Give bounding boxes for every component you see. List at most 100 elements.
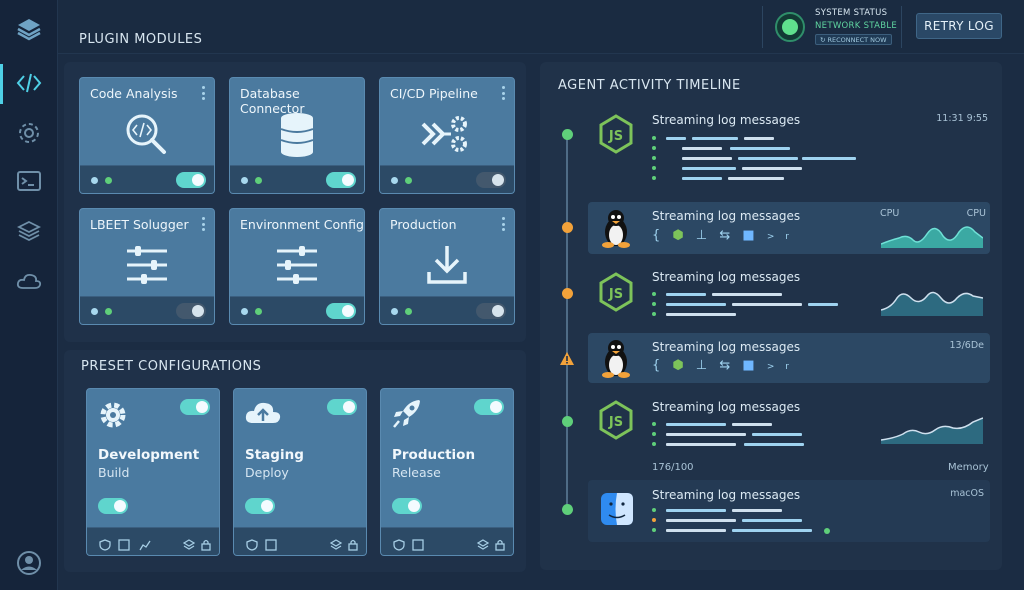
nodejs-icon: JS — [598, 114, 634, 158]
status-dot — [105, 308, 112, 315]
layers-small-icon[interactable] — [476, 536, 490, 550]
plugin-toggle[interactable] — [326, 172, 356, 188]
stack-icon[interactable] — [14, 216, 44, 246]
timestamp: 11:31 9:55 — [936, 113, 988, 124]
log-message: Streaming log messages — [652, 209, 801, 223]
plugin-toggle[interactable] — [476, 303, 506, 319]
pipeline-gears-icon — [380, 108, 514, 160]
preset-toggle[interactable] — [474, 399, 504, 415]
preset-toggle[interactable] — [327, 399, 357, 415]
code-preview — [652, 134, 862, 184]
code-preview — [652, 290, 842, 316]
status-dot — [405, 308, 412, 315]
status-dot — [105, 177, 112, 184]
kebab-menu-icon[interactable] — [501, 86, 505, 100]
status-dot — [91, 308, 98, 315]
shield-icon[interactable] — [393, 536, 405, 551]
plugin-card-environment-config[interactable]: Environment Config — [229, 208, 365, 325]
kebab-menu-icon[interactable] — [201, 217, 205, 231]
log-message: Streaming log messages — [652, 400, 801, 414]
preset-enable-toggle[interactable] — [98, 498, 128, 514]
kebab-menu-icon[interactable] — [501, 217, 505, 231]
timeline-entry[interactable]: JS Streaming log messages — [588, 392, 990, 450]
plugin-card-cicd-pipeline[interactable]: CI/CD Pipeline — [379, 77, 515, 194]
status-dot — [391, 308, 398, 315]
preset-footer — [381, 527, 513, 555]
cloud-icon[interactable] — [14, 266, 44, 296]
rocket-icon — [391, 397, 423, 435]
plugin-toggle[interactable] — [476, 172, 506, 188]
retry-log-button[interactable]: RETRY LOG — [916, 13, 1002, 39]
status-dot — [241, 308, 248, 315]
status-dot — [241, 177, 248, 184]
preset-enable-toggle[interactable] — [245, 498, 275, 514]
memory-label: Memory — [948, 462, 989, 473]
tool-icons-row: { ⬢ ⊥ ⇆ ■ > r — [652, 228, 793, 243]
log-message: Streaming log messages — [652, 488, 801, 502]
resource-sparkline — [880, 414, 984, 448]
plugin-title: Code Analysis — [90, 86, 178, 101]
code-search-icon — [80, 108, 214, 160]
timeline-entry[interactable]: Streaming log messages { ⬢ ⊥ ⇆ ■ > r CPU… — [588, 202, 990, 254]
nodejs-icon: JS — [598, 400, 634, 444]
plugin-card-database-connector[interactable]: Database Connector — [229, 77, 365, 194]
terminal-icon[interactable] — [14, 166, 44, 196]
layers-small-icon[interactable] — [329, 536, 343, 550]
plugin-title: Production — [390, 217, 457, 232]
user-avatar-icon[interactable] — [14, 548, 44, 578]
layers-logo-icon[interactable] — [14, 14, 44, 44]
plugin-toggle[interactable] — [176, 303, 206, 319]
timeline-entry[interactable]: Streaming log messages macOS — [588, 480, 990, 542]
kebab-menu-icon[interactable] — [201, 86, 205, 100]
card-footer — [80, 165, 214, 193]
reconnect-label: RECONNECT NOW — [827, 35, 887, 44]
timeline-node-pending — [562, 288, 573, 299]
plugin-card-lbeet-solugger[interactable]: LBEET Solugger — [79, 208, 215, 325]
preset-card-production[interactable]: Production Release — [380, 388, 514, 556]
plugin-card-production[interactable]: Production — [379, 208, 515, 325]
lock-icon[interactable] — [200, 536, 212, 551]
plugin-title: Environment Config — [240, 217, 364, 232]
card-footer — [80, 296, 214, 324]
refresh-icon: ↻ — [820, 35, 826, 44]
plugin-toggle[interactable] — [326, 303, 356, 319]
chart-icon[interactable] — [139, 536, 151, 551]
preset-name: Staging — [245, 447, 304, 463]
macos-finder-icon — [600, 492, 634, 530]
preset-enable-toggle[interactable] — [392, 498, 422, 514]
preset-sub: Deploy — [245, 465, 289, 480]
preset-sub: Build — [98, 465, 130, 480]
svg-text:JS: JS — [608, 287, 623, 302]
svg-text:JS: JS — [608, 129, 623, 144]
memory-value: 176/100 — [652, 462, 694, 473]
warning-icon — [560, 350, 574, 369]
timeline-entry[interactable]: JS Streaming log messages — [588, 262, 990, 326]
terminal-small-icon[interactable] — [118, 536, 130, 551]
card-footer — [380, 165, 514, 193]
timeline-entry[interactable]: JS Streaming log messages 11:31 9:55 — [588, 104, 990, 190]
preset-card-development[interactable]: Development Build — [86, 388, 220, 556]
preset-toggle[interactable] — [180, 399, 210, 415]
plugin-title: LBEET Solugger — [90, 217, 189, 232]
status-indicator-icon — [775, 12, 805, 42]
log-message: Streaming log messages — [652, 113, 801, 127]
shield-icon[interactable] — [246, 536, 258, 551]
timeline-entry[interactable]: Streaming log messages 13/6De { ⬢ ⊥ ⇆ ■ … — [588, 333, 990, 383]
lock-icon[interactable] — [347, 536, 359, 551]
resource-sparkline — [880, 284, 984, 320]
preset-card-staging[interactable]: Staging Deploy — [233, 388, 367, 556]
layers-small-icon[interactable] — [182, 536, 196, 550]
settings-gear-icon[interactable] — [14, 118, 44, 148]
card-footer — [230, 296, 364, 324]
terminal-small-icon[interactable] — [412, 536, 424, 551]
download-icon — [380, 239, 514, 291]
code-icon[interactable] — [14, 68, 44, 98]
svg-text:JS: JS — [608, 415, 623, 430]
shield-icon[interactable] — [99, 536, 111, 551]
plugin-card-code-analysis[interactable]: Code Analysis — [79, 77, 215, 194]
lock-icon[interactable] — [494, 536, 506, 551]
reconnect-button[interactable]: ↻ RECONNECT NOW — [815, 34, 892, 45]
log-message: Streaming log messages — [652, 270, 801, 284]
plugin-toggle[interactable] — [176, 172, 206, 188]
terminal-small-icon[interactable] — [265, 536, 277, 551]
